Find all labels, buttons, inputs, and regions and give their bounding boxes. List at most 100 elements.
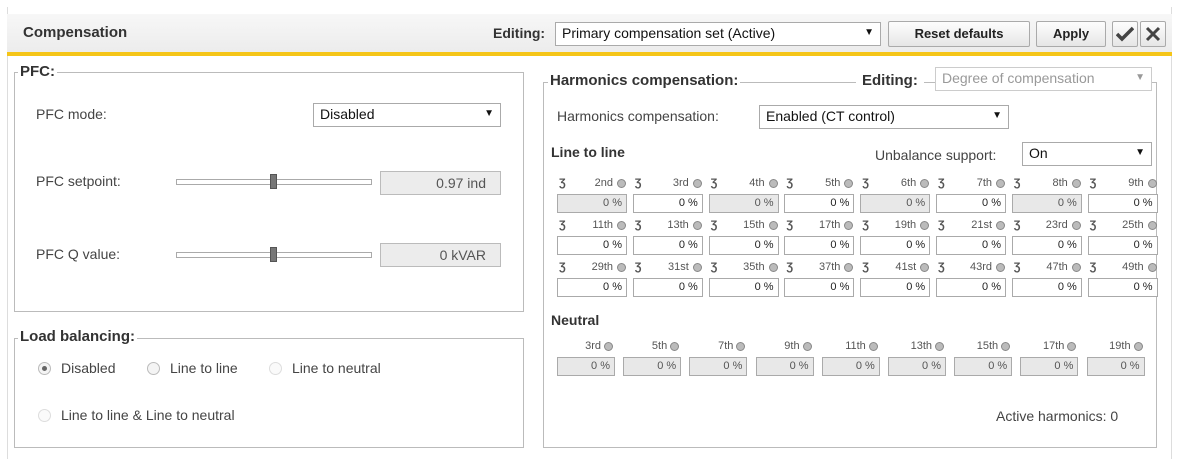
neutral-harmonic-percent-input[interactable]: 0 % [689, 357, 748, 376]
ct-icon: Ʒ [786, 261, 794, 273]
pfc-mode-value: Disabled [320, 106, 375, 122]
harmonics-mode-select[interactable]: Enabled (CT control) ▼ [759, 105, 1009, 129]
harmonic-percent-input[interactable]: 0 % [1087, 278, 1158, 297]
harmonic-cell: Ʒ 15th 0 % [708, 219, 779, 259]
harmonics-editing-select[interactable]: Degree of compensation ▼ [935, 67, 1152, 91]
harmonic-percent-input[interactable]: 0 % [1011, 278, 1082, 297]
neutral-harmonic-percent-input[interactable]: 0 % [557, 357, 615, 376]
harmonic-percent-input[interactable]: 0 % [557, 236, 627, 255]
ct-icon: Ʒ [786, 219, 794, 231]
harmonic-percent-input[interactable]: 0 % [632, 236, 703, 255]
harmonic-order-label: 2nd [594, 177, 613, 189]
harmonic-percent-input[interactable]: 0 % [1087, 236, 1158, 255]
harmonic-order-label: 17th [818, 219, 841, 231]
neutral-harmonic-percent-input[interactable]: 0 % [1020, 357, 1079, 376]
harmonic-percent-input[interactable]: 0 % [632, 278, 703, 297]
radio-line-to-line[interactable] [147, 362, 160, 375]
harmonic-cell: Ʒ 8th 0 % [1011, 177, 1082, 217]
harmonic-order-label: 4th [749, 177, 765, 189]
apply-button[interactable]: Apply [1036, 21, 1106, 47]
ct-icon: Ʒ [634, 261, 642, 273]
radio-line-to-neutral[interactable] [269, 362, 282, 375]
ct-icon: Ʒ [938, 177, 945, 189]
harmonic-percent-input[interactable]: 0 % [784, 278, 855, 297]
status-led-icon [1071, 221, 1081, 230]
harmonic-percent-input[interactable]: 0 % [1087, 194, 1158, 213]
neutral-harmonic-percent-input[interactable]: 0 % [623, 357, 682, 376]
chevron-down-icon: ▼ [992, 110, 1002, 121]
harmonic-percent-input[interactable]: 0 % [784, 236, 855, 255]
harmonic-percent-input[interactable]: 0 % [936, 236, 1006, 255]
status-led-icon [1001, 342, 1011, 351]
harmonic-order-label: 23rd [1045, 219, 1068, 231]
harmonic-order-label: 7th [718, 340, 734, 352]
harmonic-percent-input[interactable]: 0 % [1011, 194, 1082, 213]
ct-icon: Ʒ [559, 219, 566, 231]
harmonic-percent-input[interactable]: 0 % [708, 194, 779, 213]
harmonic-percent-input[interactable]: 0 % [936, 278, 1006, 297]
harmonic-order-label: 7th [976, 177, 992, 189]
neutral-harmonic-percent-input[interactable]: 0 % [1086, 357, 1145, 376]
pfc-setpoint-slider-handle[interactable] [270, 174, 277, 189]
close-icon [1145, 26, 1161, 42]
harmonic-order-label: 3rd [672, 177, 689, 189]
panel-header: Compensation Editing: Primary compensati… [7, 14, 1172, 56]
confirm-button[interactable] [1112, 21, 1138, 47]
status-led-icon [802, 342, 812, 351]
harmonic-percent-input[interactable]: 0 % [860, 278, 931, 297]
pfc-mode-select[interactable]: Disabled ▼ [313, 103, 501, 127]
neutral-harmonic-percent-input[interactable]: 0 % [954, 357, 1013, 376]
harmonic-cell: Ʒ 25th 0 % [1087, 219, 1158, 259]
ct-icon: Ʒ [862, 261, 869, 273]
harmonic-cell: Ʒ 17th 0 % [784, 219, 855, 259]
neutral-harmonic-percent-input[interactable]: 0 % [888, 357, 946, 376]
harmonic-percent-input[interactable]: 0 % [860, 194, 931, 213]
harmonic-cell: Ʒ 11th 0 % [557, 219, 627, 259]
status-led-icon [692, 263, 702, 272]
harmonic-order-label: 19th [1109, 340, 1131, 352]
unbalance-support-value: On [1029, 145, 1048, 161]
status-led-icon [920, 221, 930, 230]
harmonic-cell: Ʒ 6th 0 % [860, 177, 931, 217]
harmonic-percent-input[interactable]: 0 % [708, 278, 779, 297]
ct-icon: Ʒ [710, 219, 718, 231]
harmonic-order-label: 6th [900, 177, 917, 189]
harmonic-order-label: 35th [743, 261, 765, 273]
reset-defaults-button[interactable]: Reset defaults [888, 21, 1030, 47]
status-led-icon [1071, 263, 1081, 272]
harmonic-percent-input[interactable]: 0 % [784, 194, 855, 213]
compensation-set-select[interactable]: Primary compensation set (Active) ▼ [555, 22, 881, 46]
harmonic-percent-input[interactable]: 0 % [557, 194, 627, 213]
harmonic-percent-input[interactable]: 0 % [860, 236, 931, 255]
status-led-icon [1071, 179, 1081, 188]
compensation-set-value: Primary compensation set (Active) [562, 25, 776, 41]
harmonic-cell: Ʒ 19th 0 % [860, 219, 931, 259]
status-led-icon [920, 263, 930, 272]
unbalance-support-select[interactable]: On ▼ [1022, 142, 1152, 166]
radio-disabled[interactable] [38, 362, 51, 375]
neutral-title: Neutral [551, 312, 600, 328]
pfc-q-slider-handle[interactable] [270, 247, 277, 262]
status-led-icon [844, 179, 854, 188]
harmonic-percent-input[interactable]: 0 % [708, 236, 779, 255]
active-harmonics-count: Active harmonics: 0 [996, 408, 1119, 424]
harmonic-cell: Ʒ 35th 0 % [708, 261, 779, 301]
neutral-harmonic-percent-input[interactable]: 0 % [755, 357, 814, 376]
harmonic-order-label: 5th [825, 177, 841, 189]
neutral-harmonic-percent-input[interactable]: 0 % [821, 357, 880, 376]
harmonic-percent-input[interactable]: 0 % [1011, 236, 1082, 255]
chevron-down-icon: ▼ [864, 27, 874, 38]
radio-disabled-label: Disabled [61, 360, 116, 376]
load-balancing-legend: Load balancing: [18, 328, 138, 345]
harmonic-percent-input[interactable]: 0 % [557, 278, 627, 297]
ct-icon: Ʒ [634, 177, 642, 189]
radio-line-to-line-and-neutral[interactable] [38, 409, 51, 422]
close-button[interactable] [1140, 21, 1166, 47]
neutral-harmonic-cell: 7th 0 % [689, 340, 748, 378]
harmonic-percent-input[interactable]: 0 % [936, 194, 1006, 213]
harmonics-editing-label: Editing: [856, 72, 924, 89]
harmonic-order-label: 11th [592, 219, 613, 231]
harmonic-order-label: 3rd [585, 340, 601, 352]
status-led-icon [768, 179, 778, 188]
harmonic-percent-input[interactable]: 0 % [632, 194, 703, 213]
